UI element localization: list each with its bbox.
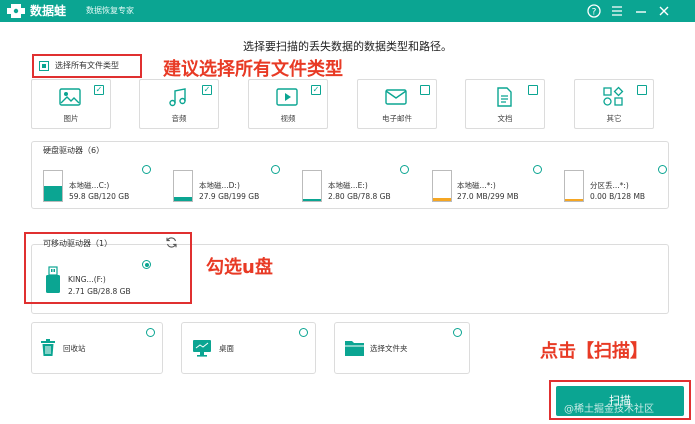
email-icon [384, 86, 408, 108]
drive-radio[interactable] [271, 165, 280, 174]
drive-name[interactable]: 本地磁...C:) [69, 180, 109, 191]
drive-usage-fill [174, 196, 192, 201]
usb-drive-radio[interactable] [142, 260, 151, 269]
select-all-checkbox[interactable] [39, 61, 49, 71]
app-subtitle: 数据恢复专家 [86, 6, 134, 15]
filetype-card-audio[interactable]: ✓ 音频 [139, 79, 219, 129]
video-checkbox[interactable]: ✓ [311, 85, 321, 95]
drive-size: 27.0 MB/299 MB [457, 192, 519, 201]
menu-icon[interactable] [609, 3, 625, 19]
drive-name[interactable]: 本地磁...D:) [199, 180, 240, 191]
recycle-bin-icon [40, 339, 56, 357]
drive-name[interactable]: 分区丢...*:) [590, 180, 629, 191]
filetype-label: 其它 [606, 114, 622, 123]
drive-size: 2.80 GB/78.8 GB [328, 192, 391, 201]
location-label: 回收站 [63, 344, 86, 353]
close-icon[interactable] [656, 3, 672, 19]
filetype-label: 电子邮件 [382, 114, 412, 123]
refresh-icon[interactable] [165, 236, 178, 249]
filetype-label: 视频 [280, 114, 296, 123]
video-icon [275, 86, 299, 108]
usb-drive-icon [45, 266, 61, 294]
drive-size: 59.8 GB/120 GB [69, 192, 130, 201]
drive-size: 0.00 B/128 MB [590, 192, 646, 201]
usb-drive-name[interactable]: KING...(F:) [68, 275, 106, 284]
svg-text:?: ? [592, 8, 597, 18]
location-label: 选择文件夹 [370, 344, 408, 353]
drive-usage-fill [565, 198, 583, 201]
drive-radio[interactable] [400, 165, 409, 174]
hard-drive-icon [564, 170, 584, 202]
annotation-select-usb: 勾选u盘 [206, 257, 273, 278]
minimize-icon[interactable] [633, 3, 649, 19]
hard-drive-icon [173, 170, 193, 202]
other-icon [601, 86, 625, 108]
filetype-label: 文档 [497, 114, 513, 123]
help-icon[interactable]: ? [586, 3, 602, 19]
select-all-label[interactable]: 选择所有文件类型 [55, 60, 119, 71]
email-checkbox[interactable] [420, 85, 430, 95]
location-radio[interactable] [146, 328, 155, 337]
annotation-click-scan: 点击【扫描】 [540, 341, 648, 362]
drive-size: 27.9 GB/199 GB [199, 192, 260, 201]
filetype-card-video[interactable]: ✓ 视频 [248, 79, 328, 129]
instruction-text: 选择要扫描的丢失数据的数据类型和路径。 [243, 40, 452, 53]
drive-name[interactable]: 本地磁...*:) [457, 180, 496, 191]
app-logo-icon [7, 3, 25, 19]
filetype-card-other[interactable]: 其它 [574, 79, 654, 129]
hard-drive-icon [43, 170, 63, 202]
filetype-card-email[interactable]: 电子邮件 [357, 79, 437, 129]
watermark: @稀土掘金技术社区 [564, 404, 654, 415]
image-icon [58, 86, 82, 108]
hard-drive-icon [432, 170, 452, 202]
filetype-card-document[interactable]: 文档 [465, 79, 545, 129]
location-label: 桌面 [219, 344, 234, 353]
drive-radio[interactable] [142, 165, 151, 174]
drive-radio[interactable] [658, 165, 667, 174]
document-checkbox[interactable] [528, 85, 538, 95]
hard-drive-icon [302, 170, 322, 202]
audio-icon [166, 86, 190, 108]
drive-usage-fill [44, 186, 62, 201]
filetype-card-image[interactable]: ✓ 图片 [31, 79, 111, 129]
audio-checkbox[interactable]: ✓ [202, 85, 212, 95]
desktop-icon [192, 339, 212, 357]
document-icon [492, 86, 516, 108]
drive-usage-fill [303, 198, 321, 201]
usb-drive-size: 2.71 GB/28.8 GB [68, 287, 131, 296]
app-name: 数据蛙 [30, 4, 67, 18]
filetype-label: 音频 [171, 114, 187, 123]
drive-usage-fill [433, 198, 451, 201]
folder-icon [344, 339, 366, 357]
image-checkbox[interactable]: ✓ [94, 85, 104, 95]
drive-radio[interactable] [533, 165, 542, 174]
hard-drive-title: 硬盘驱动器（6） [43, 146, 105, 155]
location-radio[interactable] [299, 328, 308, 337]
removable-drive-title: 可移动驱动器（1） [43, 239, 113, 248]
drive-name[interactable]: 本地磁...E:) [328, 180, 368, 191]
other-checkbox[interactable] [637, 85, 647, 95]
location-radio[interactable] [453, 328, 462, 337]
filetype-label: 图片 [63, 114, 79, 123]
